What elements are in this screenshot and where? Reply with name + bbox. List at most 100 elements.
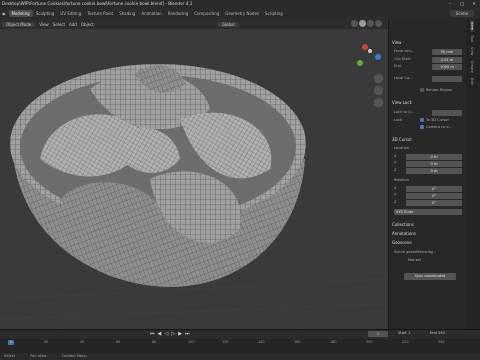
to-3d-cursor-checkbox[interactable]	[420, 118, 424, 122]
current-frame-field[interactable]: 1	[368, 331, 388, 337]
render-region-row[interactable]: Render Region	[394, 88, 462, 94]
add-menu[interactable]: Add	[69, 22, 77, 27]
tab-sculpting[interactable]: Sculpting	[33, 10, 58, 17]
sidebar-tabs: Item Tool View Create Edit	[466, 19, 480, 329]
tab-texture-paint[interactable]: Texture Paint	[84, 10, 116, 17]
rotation-y-field[interactable]: 0°	[406, 193, 462, 199]
mode-dropdown[interactable]: Object Mode	[2, 21, 36, 27]
rotation-label-row: Rotation	[394, 178, 410, 182]
playback-controls: ⏮ ◀ ◁ ▷ ▶ ⏭	[150, 331, 189, 337]
status-bar: Select Pan View Context Menu	[0, 353, 480, 360]
ruler-tick: 220	[402, 340, 409, 344]
material-shading-icon[interactable]	[367, 20, 374, 27]
jump-end-icon[interactable]: ⏭	[185, 331, 190, 337]
3d-cursor-section-header[interactable]: 3D Cursor	[392, 137, 412, 142]
end-frame-field[interactable]: End 250	[430, 331, 445, 335]
tab-create[interactable]: Create	[470, 59, 474, 75]
playhead[interactable]: 1	[8, 340, 14, 345]
rotation-mode-dropdown[interactable]: XYZ Euler	[394, 209, 462, 215]
window-titlebar: Desktop\WIP\Fortune Cookies\fortune cook…	[0, 0, 480, 8]
scene-render	[0, 44, 388, 329]
ruler-tick: 240	[438, 340, 445, 344]
timeline-editor: ⏮ ◀ ◁ ▷ ▶ ⏭ 1 Start 1 End 250 1 20 40 60…	[0, 329, 480, 353]
window-title: Desktop\WIP\Fortune Cookies\fortune cook…	[2, 1, 193, 6]
tab-rendering[interactable]: Rendering	[165, 10, 191, 17]
select-menu[interactable]: Select	[53, 22, 65, 27]
tab-scripting[interactable]: Scripting	[262, 10, 286, 17]
start-frame-field[interactable]: Start 1	[398, 331, 410, 335]
ruler-tick: 40	[80, 340, 85, 344]
collections-section-header[interactable]: Collections	[392, 222, 414, 227]
play-reverse-icon[interactable]: ◁	[164, 331, 168, 337]
transform-orientation-dropdown[interactable]: Global	[217, 21, 239, 27]
navigation-gizmo[interactable]	[357, 44, 381, 66]
rotation-z-field[interactable]: 0°	[406, 200, 462, 206]
georef-not-set: Not set	[408, 258, 421, 262]
ruler-tick: 160	[294, 340, 301, 344]
geoscene-section-header[interactable]: Geoscene	[392, 240, 412, 245]
tab-compositing[interactable]: Compositing	[191, 10, 222, 17]
clip-start-row: Clip Start 0.01 m	[394, 57, 462, 63]
local-camera-field[interactable]	[432, 76, 462, 82]
tab-shading[interactable]: Shading	[116, 10, 138, 17]
rotation-x-field[interactable]: 0°	[406, 186, 462, 192]
lock-to-object-field[interactable]	[432, 110, 462, 116]
frame-ruler[interactable]: 1 20 40 60 80 100 120 140 160 180 200 22…	[0, 340, 480, 346]
ruler-tick: 80	[152, 340, 157, 344]
rendered-shading-icon[interactable]	[375, 20, 382, 27]
clip-start-field[interactable]: 0.01 m	[432, 57, 462, 63]
sync-coordinates-button[interactable]: Sync coordinates	[404, 273, 456, 280]
ruler-tick: 180	[330, 340, 337, 344]
rotation-z-row: Z 0°	[394, 200, 462, 206]
rotation-mode-row: XYZ Euler	[394, 209, 462, 215]
play-icon[interactable]: ▷	[171, 331, 175, 337]
tab-modeling[interactable]: Modeling	[8, 10, 33, 17]
close-icon[interactable]: ✕	[468, 0, 480, 8]
3d-viewport[interactable]	[0, 29, 388, 329]
tab-uv-editing[interactable]: UV Editing	[57, 10, 84, 17]
lock-to-object-row: Lock to O...	[394, 110, 462, 116]
tab-tool[interactable]: Tool	[470, 33, 474, 44]
tab-view[interactable]: View	[470, 45, 474, 58]
tab-item[interactable]: Item	[470, 20, 474, 33]
viewport-nav-buttons[interactable]	[374, 74, 383, 107]
ruler-tick: 100	[188, 340, 195, 344]
tab-geometry-nodes[interactable]: Geometry Nodes	[222, 10, 262, 17]
camera-to-view-checkbox[interactable]	[420, 125, 424, 129]
status-context-menu: Context Menu	[61, 354, 87, 358]
location-z-field[interactable]: 0 m	[406, 168, 462, 174]
render-region-checkbox[interactable]	[420, 88, 424, 92]
timeline-controls: ⏮ ◀ ◁ ▷ ▶ ⏭ 1 Start 1 End 250	[0, 330, 480, 339]
tab-animation[interactable]: Animation	[138, 10, 164, 17]
clip-end-field[interactable]: 1000 m	[432, 64, 462, 70]
ruler-tick: 200	[366, 340, 373, 344]
status-pan-view: Pan View	[30, 354, 47, 358]
lock-to-cursor-row[interactable]: Lock To 3D Cursor	[394, 118, 462, 124]
jump-start-icon[interactable]: ⏮	[150, 331, 155, 337]
ruler-tick: 60	[116, 340, 121, 344]
location-label-row: Location	[394, 146, 410, 150]
solid-shading-icon[interactable]	[359, 20, 366, 27]
view-section-header[interactable]: View	[392, 40, 402, 45]
tab-edit[interactable]: Edit	[470, 76, 474, 87]
focal-length-field[interactable]: 50 mm	[432, 49, 462, 55]
location-x-row: X 0 m	[394, 154, 462, 160]
camera-to-view-row[interactable]: Camera to V...	[394, 125, 462, 131]
view-menu[interactable]: View	[39, 22, 49, 27]
view-lock-section-header[interactable]: View Lock	[392, 100, 412, 105]
annotations-section-header[interactable]: Annotations	[392, 231, 416, 236]
wireframe-shading-icon[interactable]	[351, 20, 358, 27]
rotation-x-row: X 0°	[394, 186, 462, 192]
minimize-icon[interactable]: –	[444, 0, 456, 8]
object-menu[interactable]: Object	[81, 22, 94, 27]
blender-logo-icon[interactable]: ◉	[2, 11, 6, 16]
step-forward-icon[interactable]: ▶	[178, 331, 182, 337]
scene-selector[interactable]: Scene	[449, 10, 474, 17]
location-y-field[interactable]: 0 m	[406, 161, 462, 167]
maximize-icon[interactable]: □	[456, 0, 468, 8]
viewport-header: Object Mode View Select Add Object Globa…	[0, 19, 388, 29]
step-back-icon[interactable]: ◀	[158, 331, 162, 337]
geoscene-label-row: Scene georeferencing :	[394, 250, 436, 254]
rotation-y-row: Y 0°	[394, 193, 462, 199]
location-x-field[interactable]: 0 m	[406, 154, 462, 160]
